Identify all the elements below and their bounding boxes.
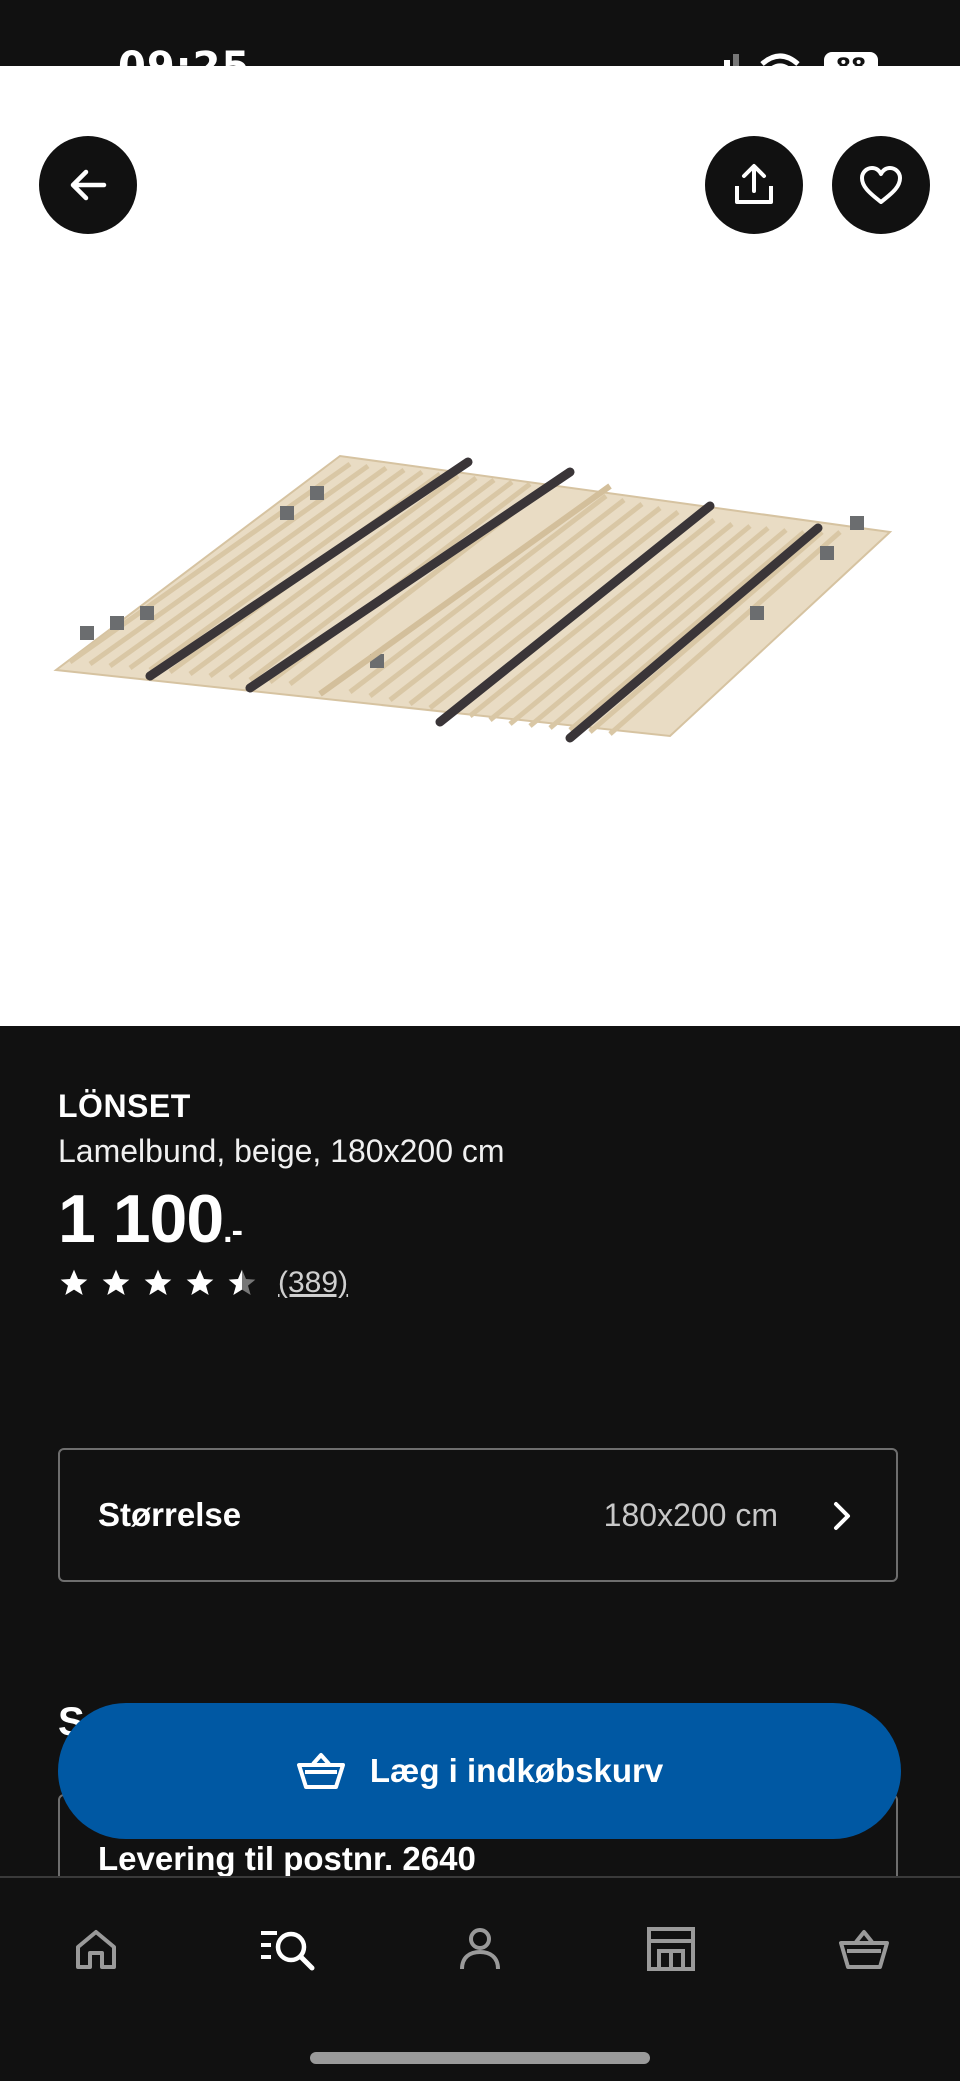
product-image-area xyxy=(0,66,960,1026)
status-time: 09:25 xyxy=(118,44,250,66)
product-name: LÖNSET xyxy=(58,1088,191,1124)
nav-cart[interactable] xyxy=(829,1914,899,1984)
price-suffix: .- xyxy=(223,1212,243,1250)
star-icon xyxy=(186,1269,214,1295)
person-icon xyxy=(460,1928,500,1970)
basket-icon xyxy=(296,1753,345,1789)
basket-icon xyxy=(839,1930,889,1969)
size-selector[interactable]: Størrelse 180x200 cm xyxy=(58,1448,898,1582)
review-count-link[interactable]: (389) xyxy=(278,1266,348,1300)
heart-icon xyxy=(860,166,902,204)
half-star-icon xyxy=(228,1269,256,1295)
product-info: LÖNSET Lamelbund, beige, 180x200 cm 1 10… xyxy=(58,1088,505,1300)
wifi-icon xyxy=(760,53,800,66)
battery-indicator: 88 xyxy=(824,52,878,66)
favorite-button[interactable] xyxy=(832,136,930,234)
add-to-cart-button[interactable]: Læg i indkøbskurv xyxy=(58,1703,901,1839)
rating-stars xyxy=(58,1267,258,1299)
chevron-right-icon xyxy=(834,1502,850,1530)
add-to-cart-label: Læg i indkøbskurv xyxy=(369,1752,664,1789)
size-value: 180x200 cm xyxy=(603,1496,778,1533)
store-icon xyxy=(647,1927,695,1971)
bottom-nav xyxy=(0,1876,960,2081)
product-description: Lamelbund, beige, 180x200 cm xyxy=(58,1133,505,1169)
share-icon xyxy=(735,164,773,204)
product-price: 1 100.- xyxy=(58,1180,505,1258)
price-value: 1 100 xyxy=(58,1181,224,1257)
home-icon xyxy=(76,1930,116,1969)
star-icon xyxy=(144,1269,172,1295)
star-icon xyxy=(60,1269,88,1295)
nav-store[interactable] xyxy=(636,1914,706,1984)
nav-home[interactable] xyxy=(61,1914,131,1984)
nav-search[interactable] xyxy=(252,1914,322,1984)
search-icon xyxy=(261,1931,315,1971)
rating[interactable]: (389) xyxy=(58,1266,505,1300)
back-button[interactable] xyxy=(39,136,137,234)
size-label: Størrelse xyxy=(98,1496,242,1533)
share-button[interactable] xyxy=(705,136,803,234)
nav-profile[interactable] xyxy=(445,1914,515,1984)
delivery-text: Levering til postnr. 2640 xyxy=(98,1840,476,1877)
home-indicator[interactable] xyxy=(310,2052,650,2064)
arrow-left-icon xyxy=(70,169,107,201)
status-icons xyxy=(706,52,800,66)
product-image xyxy=(53,454,893,743)
status-bar: 09:25 88 xyxy=(0,0,960,66)
star-icon xyxy=(102,1269,130,1295)
signal-icon xyxy=(724,54,739,66)
